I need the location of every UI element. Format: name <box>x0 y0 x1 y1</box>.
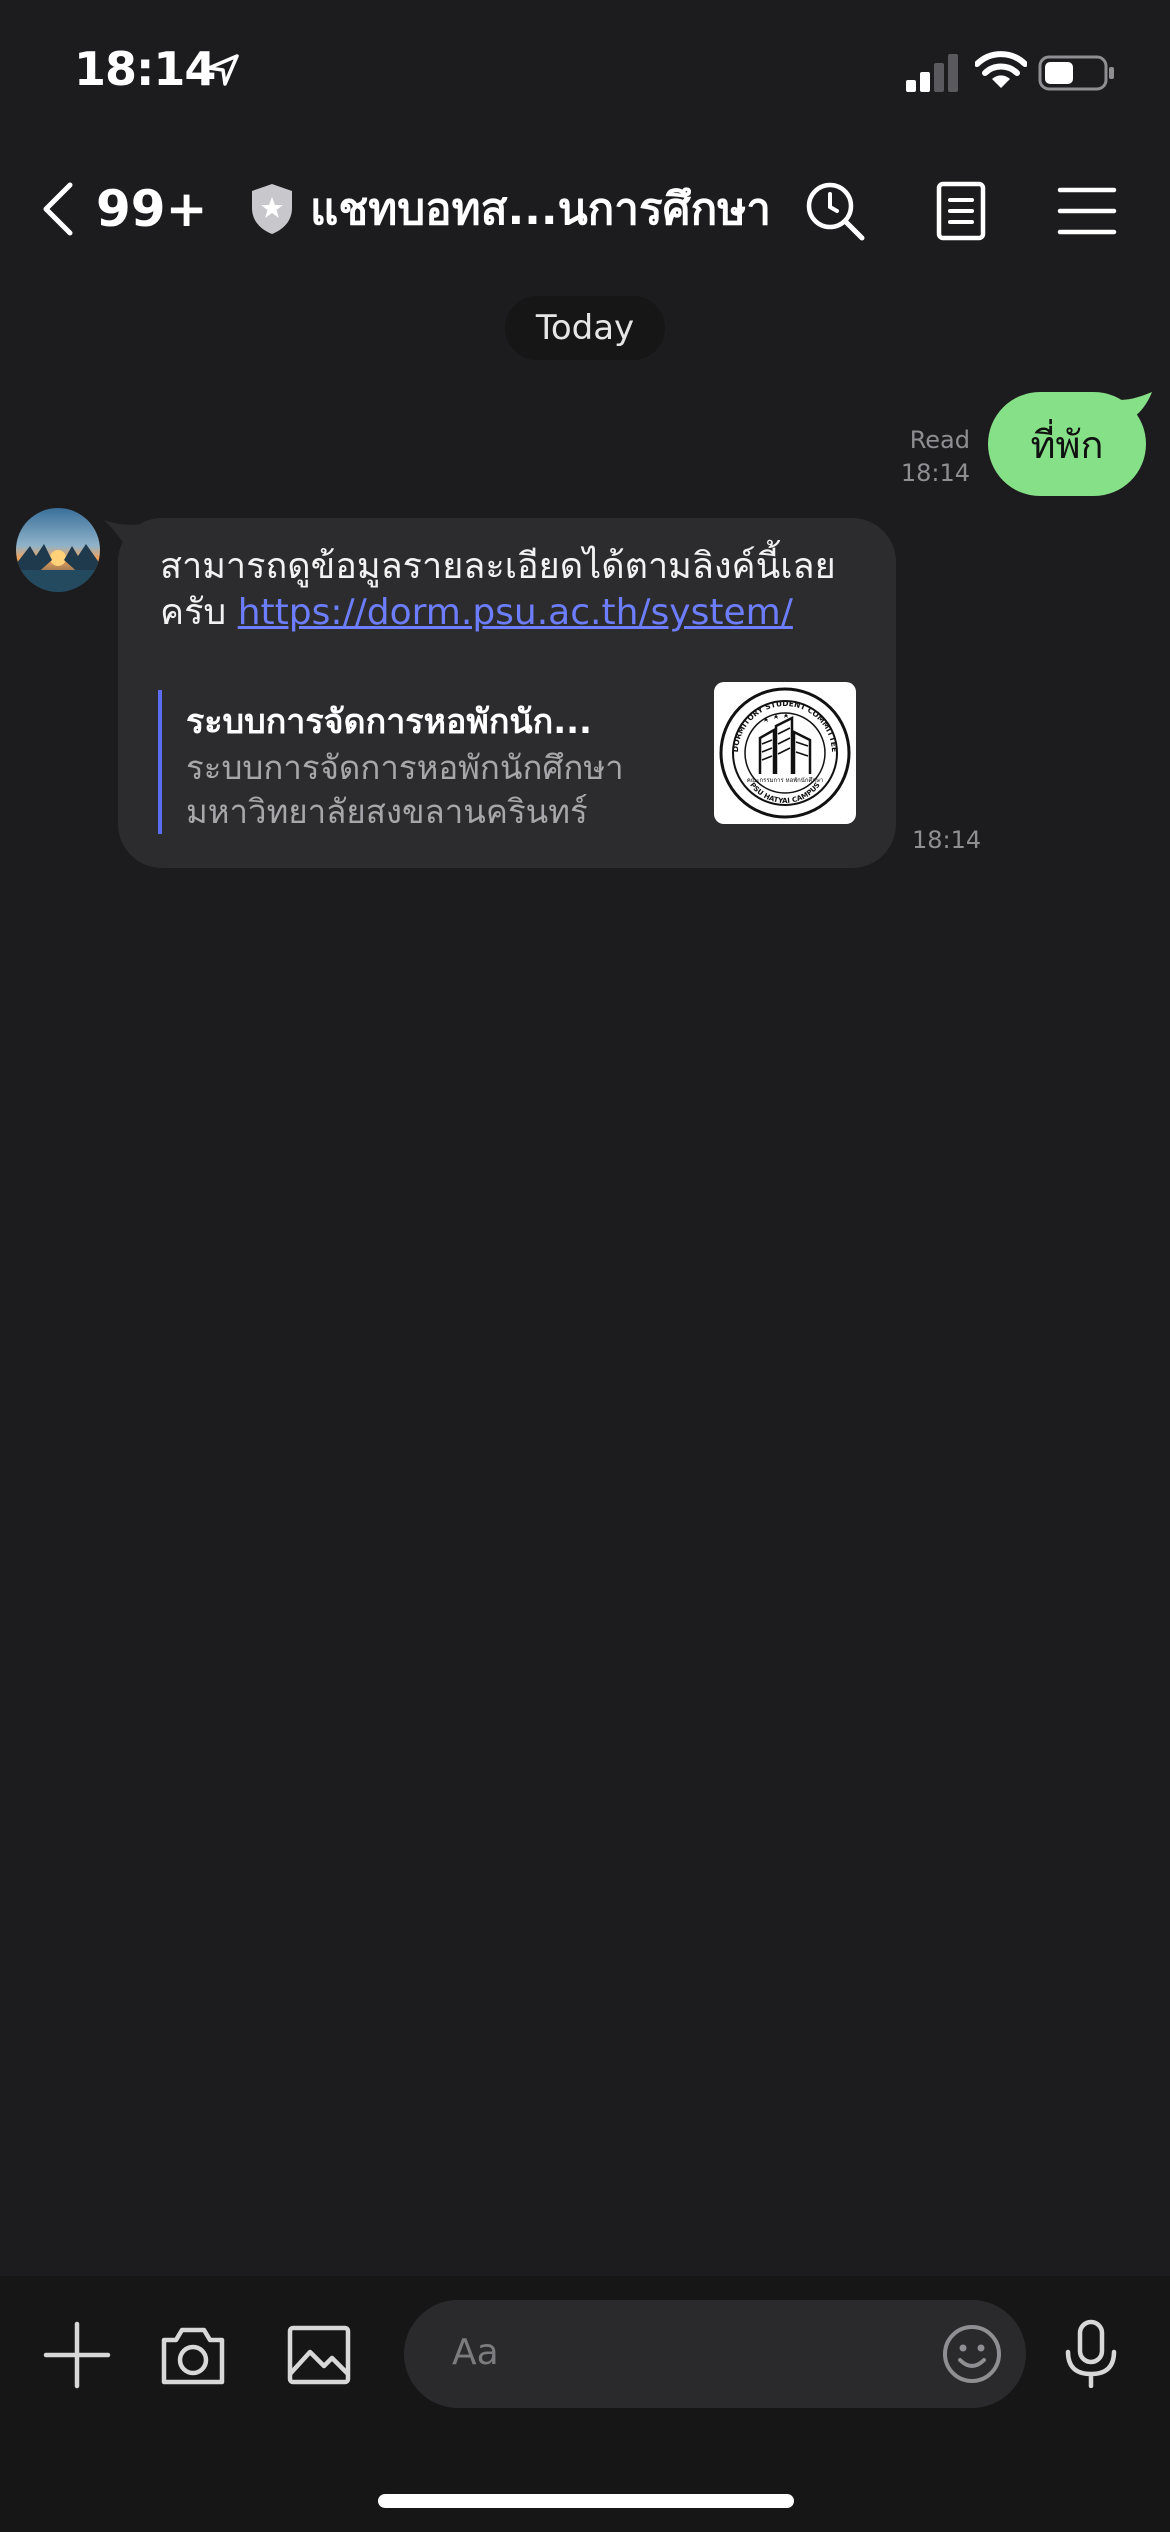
menu-icon[interactable] <box>1056 180 1118 242</box>
preview-thumbnail: DORMITORY STUDENT COMMITTEE PSU HATYAI C… <box>714 682 856 824</box>
back-chevron-icon <box>43 182 73 236</box>
link-preview[interactable]: ระบบการจัดการหอพักนัก... ระบบการจัดการหอ… <box>158 682 858 834</box>
location-arrow-icon <box>207 54 239 86</box>
status-bar: 18:14 <box>0 0 1170 140</box>
logo-top-text: DORMITORY STUDENT COMMITTEE <box>731 699 839 753</box>
outgoing-message[interactable]: ที่พัก <box>988 392 1146 496</box>
outgoing-time: 18:14 <box>900 459 970 487</box>
emoji-icon[interactable] <box>940 2322 1004 2386</box>
plus-icon[interactable] <box>42 2320 112 2390</box>
chat-title[interactable]: แชทบอทส...นการศึกษา <box>248 176 771 242</box>
date-separator: Today <box>505 296 665 360</box>
logo-center-text: คณะกรรมการ หอพักนักศึกษา <box>747 777 824 784</box>
notes-icon[interactable] <box>930 180 992 242</box>
shield-icon <box>252 184 292 234</box>
message-link[interactable]: https://dorm.psu.ac.th/system/ <box>238 592 793 633</box>
home-indicator[interactable] <box>378 2494 794 2508</box>
message-input-placeholder: Aa <box>452 2332 499 2373</box>
camera-icon[interactable] <box>158 2320 228 2390</box>
dormitory-committee-logo: DORMITORY STUDENT COMMITTEE PSU HATYAI C… <box>719 687 851 819</box>
mic-icon[interactable] <box>1056 2318 1126 2388</box>
message-input[interactable]: Aa <box>404 2300 1026 2408</box>
unread-count: 99+ <box>96 180 208 238</box>
search-icon[interactable] <box>804 180 866 242</box>
chat-screen: 18:14 99+ แชทบอทส...นการศึกษา Today Read… <box>0 0 1170 2532</box>
incoming-message[interactable]: สามารถดูข้อมูลรายละเอียดได้ตามลิงค์นี้เล… <box>118 518 896 868</box>
read-label: Read <box>909 426 970 454</box>
signal-icon <box>906 54 958 92</box>
preview-accent-bar <box>158 690 162 834</box>
image-icon[interactable] <box>284 2320 354 2390</box>
read-receipt: Read 18:14 <box>890 424 970 490</box>
back-button[interactable]: 99+ <box>38 176 207 242</box>
chat-title-text: แชทบอทส...นการศึกษา <box>310 184 771 235</box>
avatar-image <box>16 508 100 592</box>
svg-text:DORMITORY STUDENT COMMITTEE: DORMITORY STUDENT COMMITTEE <box>731 699 839 753</box>
avatar[interactable] <box>16 508 100 592</box>
preview-description: ระบบการจัดการหอพักนักศึกษามหาวิทยาลัยสงข… <box>186 748 624 831</box>
chat-header: 99+ แชทบอทส...นการศึกษา <box>0 140 1170 280</box>
wifi-icon <box>975 51 1027 88</box>
preview-title: ระบบการจัดการหอพักนัก... <box>186 702 592 742</box>
battery-icon <box>1038 55 1114 91</box>
incoming-message-text: สามารถดูข้อมูลรายละเอียดได้ตามลิงค์นี้เล… <box>160 544 870 636</box>
incoming-time: 18:14 <box>912 826 982 854</box>
status-time: 18:14 <box>74 42 216 96</box>
